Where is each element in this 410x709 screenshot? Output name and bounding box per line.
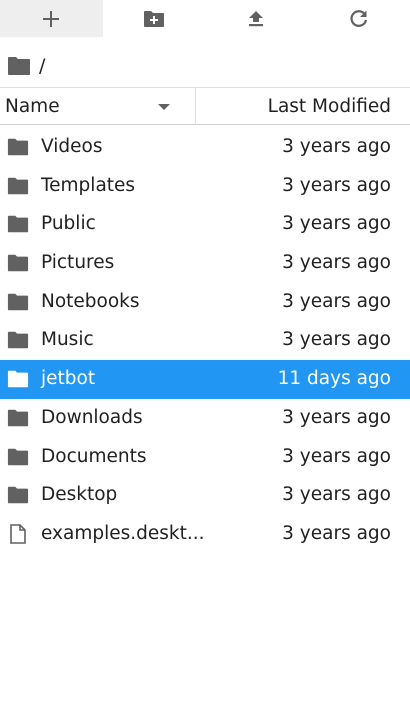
upload-button[interactable] <box>205 0 308 37</box>
file-modified: 3 years ago <box>282 522 391 544</box>
refresh-button[interactable] <box>308 0 410 37</box>
file-name: Music <box>41 329 94 351</box>
list-item[interactable]: Templates 3 years ago <box>0 167 410 206</box>
new-folder-button[interactable] <box>103 0 206 37</box>
folder-icon <box>7 485 29 505</box>
folder-icon <box>7 292 29 312</box>
folder-icon <box>7 369 29 389</box>
name-column-header[interactable]: Name <box>0 88 196 125</box>
file-browser-toolbar <box>0 0 410 37</box>
file-modified: 11 days ago <box>277 368 391 390</box>
folder-icon <box>7 137 29 157</box>
file-list-header: Name Last Modified <box>0 87 410 125</box>
file-modified: 3 years ago <box>282 484 391 506</box>
folder-icon <box>7 447 29 467</box>
folder-icon <box>7 408 29 428</box>
last-modified-column-header[interactable]: Last Modified <box>268 96 391 117</box>
list-item[interactable]: Pictures 3 years ago <box>0 244 410 283</box>
breadcrumb-home[interactable] <box>7 56 31 76</box>
file-modified: 3 years ago <box>282 445 391 467</box>
file-modified: 3 years ago <box>282 174 391 196</box>
file-name: Templates <box>41 174 136 196</box>
file-list: Videos 3 years ago Templates 3 years ago… <box>0 128 410 554</box>
file-modified: 3 years ago <box>282 252 391 274</box>
new-launcher-button[interactable] <box>0 0 103 37</box>
list-item-selected[interactable]: jetbot 11 days ago <box>0 360 410 399</box>
plus-icon <box>43 10 60 27</box>
file-modified: 3 years ago <box>282 136 391 157</box>
folder-icon <box>7 214 29 234</box>
file-name: Videos <box>41 136 103 157</box>
file-name: examples.deskt... <box>41 522 205 544</box>
new-folder-icon <box>143 10 164 27</box>
name-column-label: Name <box>5 96 60 117</box>
list-item[interactable]: Music 3 years ago <box>0 321 410 360</box>
list-item[interactable]: Desktop 3 years ago <box>0 476 410 515</box>
file-name: Downloads <box>41 406 143 428</box>
file-name: jetbot <box>41 368 96 390</box>
file-name: Desktop <box>41 484 118 506</box>
list-item[interactable]: Videos 3 years ago <box>0 128 410 167</box>
list-item[interactable]: examples.deskt... 3 years ago <box>0 515 410 554</box>
folder-icon <box>7 330 29 350</box>
folder-icon <box>7 253 29 273</box>
file-modified: 3 years ago <box>282 329 391 351</box>
file-name: Pictures <box>41 252 115 274</box>
list-item[interactable]: Public 3 years ago <box>0 205 410 244</box>
refresh-icon <box>350 9 367 27</box>
file-modified: 3 years ago <box>282 290 391 312</box>
folder-icon <box>7 176 29 196</box>
file-modified: 3 years ago <box>282 406 391 428</box>
file-modified: 3 years ago <box>282 213 391 235</box>
file-icon <box>7 524 29 544</box>
list-item[interactable]: Downloads 3 years ago <box>0 399 410 438</box>
breadcrumb: / <box>0 48 45 84</box>
list-item[interactable]: Documents 3 years ago <box>0 438 410 477</box>
breadcrumb-separator: / <box>39 55 46 77</box>
file-name: Documents <box>41 445 147 467</box>
file-name: Public <box>41 213 96 235</box>
upload-icon <box>249 10 264 26</box>
list-item[interactable]: Notebooks 3 years ago <box>0 283 410 322</box>
file-name: Notebooks <box>41 290 140 312</box>
folder-icon <box>8 57 30 75</box>
caret-down-icon <box>158 104 170 110</box>
